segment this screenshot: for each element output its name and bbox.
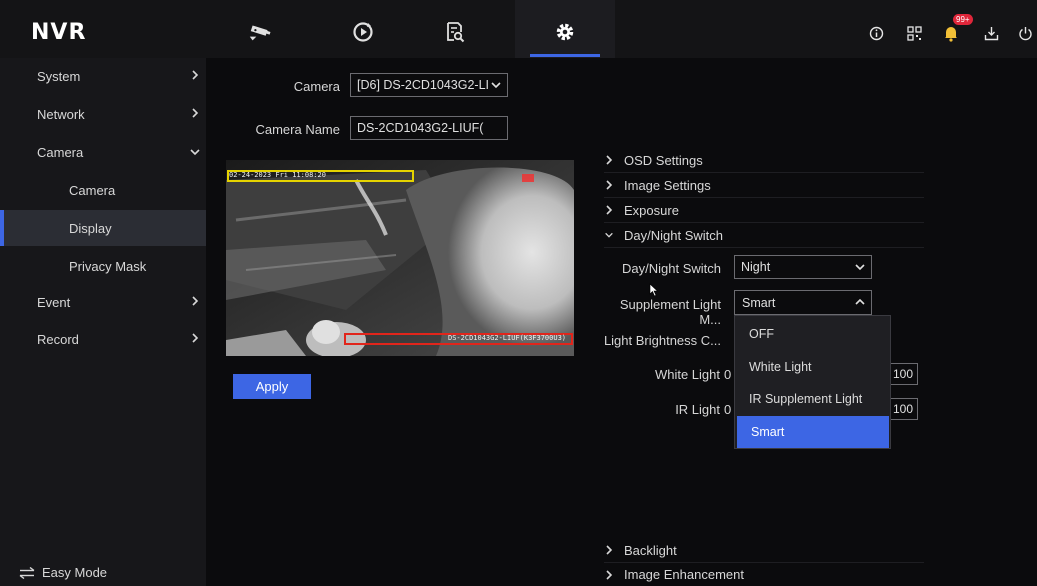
chevron-right-icon xyxy=(192,333,199,343)
preview-image xyxy=(226,160,574,356)
sidebar-item-camera[interactable]: Camera xyxy=(0,134,206,170)
section-label: Backlight xyxy=(624,542,677,558)
supplement-light-mode-select[interactable]: Smart xyxy=(734,290,872,315)
chevron-right-icon xyxy=(604,569,614,581)
gear-icon[interactable] xyxy=(551,20,579,44)
sidebar-item-label: Camera xyxy=(69,182,116,198)
download-icon[interactable] xyxy=(982,24,1000,42)
sidebar-subitem-camera[interactable]: Camera xyxy=(0,172,206,208)
camera-label: Camera xyxy=(293,79,340,94)
osd-datetime-text: 02-24-2023 Fri 11:08:20 xyxy=(229,171,326,179)
camera-select[interactable]: [D6] DS-2CD1043G2-LI xyxy=(350,73,508,97)
sidebar-item-label: Event xyxy=(37,294,71,310)
chevron-right-icon xyxy=(604,154,614,166)
osd-camera-name-text: DS-2CD1043G2-LIUF(K3F3700U3) xyxy=(448,334,567,342)
sidebar-item-network[interactable]: Network xyxy=(0,96,206,132)
chevron-right-icon xyxy=(192,70,199,80)
apply-button[interactable]: Apply xyxy=(233,374,311,399)
top-bar: NVR 99+ xyxy=(0,0,1037,58)
section-backlight[interactable]: Backlight xyxy=(604,538,924,563)
easy-mode-toggle[interactable]: Easy Mode xyxy=(19,565,107,580)
menu-option-ir-supplement-light[interactable]: IR Supplement Light xyxy=(735,383,890,415)
power-icon[interactable] xyxy=(1016,24,1034,42)
sidebar-subitem-display[interactable]: Display xyxy=(0,210,206,246)
chevron-right-icon xyxy=(192,108,199,118)
chevron-up-icon xyxy=(855,298,865,305)
day-night-switch-select[interactable]: Night xyxy=(734,255,872,279)
section-image-settings[interactable]: Image Settings xyxy=(604,173,924,198)
menu-option-smart[interactable]: Smart xyxy=(737,416,889,448)
easy-mode-label: Easy Mode xyxy=(42,565,108,580)
swap-arrows-icon xyxy=(19,566,35,579)
search-file-icon[interactable] xyxy=(441,20,469,44)
section-label: OSD Settings xyxy=(624,152,703,168)
day-night-switch-value: Night xyxy=(741,260,771,274)
chevron-right-icon xyxy=(604,204,614,216)
camera-name-input[interactable]: DS-2CD1043G2-LIUF( xyxy=(350,116,508,140)
sidebar-item-record[interactable]: Record xyxy=(0,321,206,357)
sidebar-item-event[interactable]: Event xyxy=(0,284,206,320)
ir-light-value[interactable]: 100 xyxy=(888,398,918,420)
section-label: Exposure xyxy=(624,202,679,218)
section-osd-settings[interactable]: OSD Settings xyxy=(604,148,924,173)
sidebar-item-label: Network xyxy=(37,106,85,122)
chevron-down-icon xyxy=(604,229,614,241)
notification-badge: 99+ xyxy=(953,14,973,25)
camera-preview: 02-24-2023 Fri 11:08:20 DS-2CD1043G2-LIU… xyxy=(226,160,574,356)
sidebar-item-label: System xyxy=(37,68,81,84)
sidebar-item-system[interactable]: System xyxy=(0,58,206,94)
section-day-night-switch[interactable]: Day/Night Switch xyxy=(604,223,924,248)
white-light-value[interactable]: 100 xyxy=(888,363,918,385)
section-image-enhancement[interactable]: Image Enhancement xyxy=(604,562,924,586)
playback-icon[interactable] xyxy=(349,20,377,44)
nav-active-indicator xyxy=(530,54,600,57)
chevron-down-icon xyxy=(190,149,200,156)
chevron-right-icon xyxy=(604,179,614,191)
menu-option-off[interactable]: OFF xyxy=(735,318,890,350)
chevron-right-icon xyxy=(604,544,614,556)
camera-name-value: DS-2CD1043G2-LIUF( xyxy=(357,121,484,135)
supplement-light-mode-label: Supplement Light M... xyxy=(619,297,721,327)
chevron-down-icon xyxy=(491,82,501,89)
sidebar-item-label: Display xyxy=(69,220,112,236)
day-night-switch-label: Day/Night Switch xyxy=(622,261,721,276)
chevron-right-icon xyxy=(192,296,199,306)
sidebar-subitem-privacy-mask[interactable]: Privacy Mask xyxy=(0,248,206,284)
sidebar-item-label: Record xyxy=(37,331,79,347)
live-view-camera-icon[interactable] xyxy=(247,20,275,44)
supplement-light-mode-value: Smart xyxy=(742,295,776,310)
section-label: Day/Night Switch xyxy=(624,227,723,243)
info-icon[interactable] xyxy=(867,24,885,42)
section-label: Image Settings xyxy=(624,177,711,193)
qr-code-icon[interactable] xyxy=(905,24,923,42)
bell-icon[interactable] xyxy=(942,24,960,42)
light-brightness-control-label: Light Brightness C... xyxy=(603,333,721,348)
sidebar-item-label: Camera xyxy=(37,144,84,160)
camera-name-label: Camera Name xyxy=(255,122,340,137)
chevron-down-icon xyxy=(855,264,865,271)
mouse-cursor-icon xyxy=(649,283,659,297)
section-label: Image Enhancement xyxy=(624,567,744,582)
menu-option-white-light[interactable]: White Light xyxy=(735,351,890,383)
supplement-light-mode-menu: OFF White Light IR Supplement Light Smar… xyxy=(734,315,891,449)
white-light-label: White Light xyxy=(654,367,720,382)
camera-select-value: [D6] DS-2CD1043G2-LI xyxy=(357,78,490,92)
ir-light-label: IR Light xyxy=(675,402,720,417)
section-exposure[interactable]: Exposure xyxy=(604,198,924,223)
sidebar-item-label: Privacy Mask xyxy=(69,258,147,274)
app-logo: NVR xyxy=(31,20,87,45)
